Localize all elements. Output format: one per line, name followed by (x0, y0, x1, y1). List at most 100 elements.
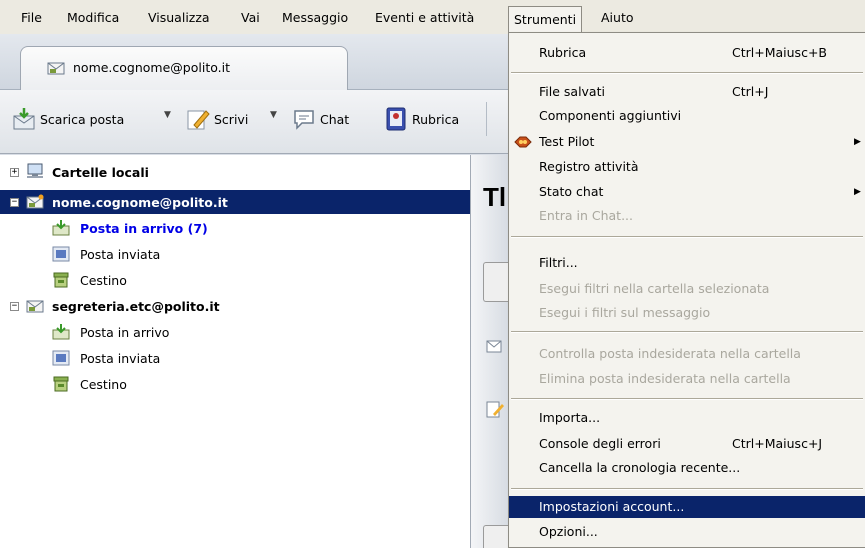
mail-account-icon (26, 194, 44, 209)
menu-eventi[interactable]: Eventi e attività (370, 9, 479, 27)
expand-twisty-icon[interactable]: + (10, 168, 19, 177)
menu-separator (511, 331, 863, 333)
menuitem-controlla-indesiderata: Controlla posta indesiderata nella carte… (509, 343, 865, 365)
menuitem-label: Elimina posta indesiderata nella cartell… (539, 371, 791, 386)
menuitem-console[interactable]: Console degli errori Ctrl+Maiusc+J (509, 433, 865, 455)
menu-messaggio[interactable]: Messaggio (277, 9, 353, 27)
menu-bar: File Modifica Visualizza Vai Messaggio E… (0, 0, 865, 34)
submenu-arrow-icon: ▶ (854, 137, 861, 147)
menuitem-entra-chat: Entra in Chat... (509, 205, 865, 227)
trash-label: Cestino (80, 376, 127, 392)
account-central-title: Tl (483, 182, 507, 212)
menuitem-label: Controlla posta indesiderata nella carte… (539, 346, 801, 361)
trash-icon (53, 272, 69, 288)
collapse-twisty-icon[interactable]: − (10, 198, 19, 207)
menuitem-shortcut: Ctrl+Maiusc+J (732, 436, 823, 451)
menu-separator (511, 72, 863, 74)
menu-visualizza[interactable]: Visualizza (143, 9, 215, 27)
menu-aiuto[interactable]: Aiuto (596, 9, 639, 27)
menuitem-opzioni[interactable]: Opzioni... (509, 521, 865, 543)
menuitem-label: Rubrica (539, 45, 587, 60)
chat-button[interactable]: Chat (292, 104, 349, 134)
get-mail-button[interactable]: Scarica posta (12, 104, 124, 134)
folder-sent-1[interactable]: Posta inviata (0, 242, 470, 266)
sent-label: Posta inviata (80, 246, 161, 262)
menuitem-label: Filtri... (539, 255, 578, 270)
menuitem-shortcut: Ctrl+J (732, 84, 769, 99)
menuitem-stato-chat[interactable]: Stato chat ▶ (509, 181, 865, 203)
address-book-button[interactable]: Rubrica (384, 104, 459, 134)
sent-folder-icon (52, 350, 70, 366)
write-button[interactable]: Scrivi (186, 104, 248, 134)
inbox-label: Posta in arrivo (80, 324, 170, 340)
menuitem-esegui-messaggio: Esegui i filtri sul messaggio (509, 302, 865, 324)
menu-modifica[interactable]: Modifica (62, 9, 124, 27)
folder-trash-1[interactable]: Cestino (0, 268, 470, 292)
menu-separator (511, 488, 863, 490)
submenu-arrow-icon: ▶ (854, 187, 861, 197)
get-mail-dropdown-icon[interactable]: ▼ (164, 110, 171, 120)
account-label: segreteria.etc@polito.it (52, 298, 220, 314)
menu-file[interactable]: File (16, 9, 47, 27)
collapse-twisty-icon[interactable]: − (10, 302, 19, 311)
folder-pane: + Cartelle locali − nome.cognome@polito.… (0, 155, 470, 548)
menuitem-label: Componenti aggiuntivi (539, 108, 682, 123)
mail-account-icon (47, 62, 65, 75)
menuitem-label: Importa... (539, 410, 601, 425)
menuitem-label: Test Pilot (539, 134, 595, 149)
inbox-label: Posta in arrivo (7) (80, 220, 208, 236)
menuitem-test-pilot[interactable]: Test Pilot ▶ (509, 131, 865, 153)
chat-bubble-icon (294, 110, 314, 130)
menuitem-shortcut: Ctrl+Maiusc+B (732, 45, 827, 60)
tab-label: nome.cognome@polito.it (73, 60, 231, 75)
computer-icon (27, 163, 43, 178)
tab-strip: nome.cognome@polito.it (0, 34, 510, 92)
menuitem-file-salvati[interactable]: File salvati Ctrl+J (509, 81, 865, 103)
menuitem-esegui-cartella: Esegui filtri nella cartella selezionata (509, 278, 865, 300)
menuitem-registro[interactable]: Registro attività (509, 156, 865, 178)
menu-strumenti[interactable]: Strumenti (508, 6, 583, 32)
folder-sent-2[interactable]: Posta inviata (0, 346, 470, 370)
account-segreteria[interactable]: − segreteria.etc@polito.it (0, 294, 470, 318)
menu-separator (511, 398, 863, 400)
sent-folder-icon (52, 246, 70, 262)
address-book-icon (386, 107, 406, 131)
account-label: nome.cognome@polito.it (52, 194, 228, 210)
menuitem-impostazioni-account[interactable]: Impostazioni account... (509, 496, 865, 518)
strumenti-menu: Rubrica Ctrl+Maiusc+B File salvati Ctrl+… (508, 32, 865, 548)
menuitem-label: Esegui filtri nella cartella selezionata (539, 281, 770, 296)
download-mail-icon (13, 108, 35, 130)
menuitem-elimina-indesiderata: Elimina posta indesiderata nella cartell… (509, 368, 865, 390)
menuitem-filtri[interactable]: Filtri... (509, 252, 865, 274)
mail-settings-icon (486, 340, 502, 353)
compose-icon (486, 401, 504, 418)
trash-icon (53, 376, 69, 392)
pencil-icon (187, 110, 210, 130)
folder-inbox-1[interactable]: Posta in arrivo (7) (0, 216, 470, 240)
menuitem-importa[interactable]: Importa... (509, 407, 865, 429)
menuitem-label: File salvati (539, 84, 605, 99)
menuitem-label: Registro attività (539, 159, 639, 174)
menuitem-label: Stato chat (539, 184, 604, 199)
inbox-icon (52, 324, 70, 340)
trash-label: Cestino (80, 272, 127, 288)
menuitem-label: Entra in Chat... (539, 208, 633, 223)
write-dropdown-icon[interactable]: ▼ (270, 110, 277, 120)
chat-label: Chat (320, 111, 350, 127)
toolbar-separator (486, 102, 487, 136)
folder-trash-2[interactable]: Cestino (0, 372, 470, 396)
folder-inbox-2[interactable]: Posta in arrivo (0, 320, 470, 344)
menuitem-cancella-cronologia[interactable]: Cancella la cronologia recente... (509, 457, 865, 479)
mail-account-icon (26, 300, 44, 313)
account-nome-cognome[interactable]: − nome.cognome@polito.it (0, 190, 470, 214)
inbox-icon (52, 220, 70, 236)
menu-separator (511, 236, 863, 238)
menuitem-label: Opzioni... (539, 524, 598, 539)
get-mail-label: Scarica posta (40, 111, 125, 127)
menuitem-rubrica[interactable]: Rubrica Ctrl+Maiusc+B (509, 42, 865, 64)
menu-vai[interactable]: Vai (236, 9, 265, 27)
folder-local[interactable]: + Cartelle locali (0, 160, 470, 184)
menuitem-label: Esegui i filtri sul messaggio (539, 305, 711, 320)
menuitem-componenti[interactable]: Componenti aggiuntivi (509, 105, 865, 127)
tab-account[interactable]: nome.cognome@polito.it (20, 46, 348, 92)
